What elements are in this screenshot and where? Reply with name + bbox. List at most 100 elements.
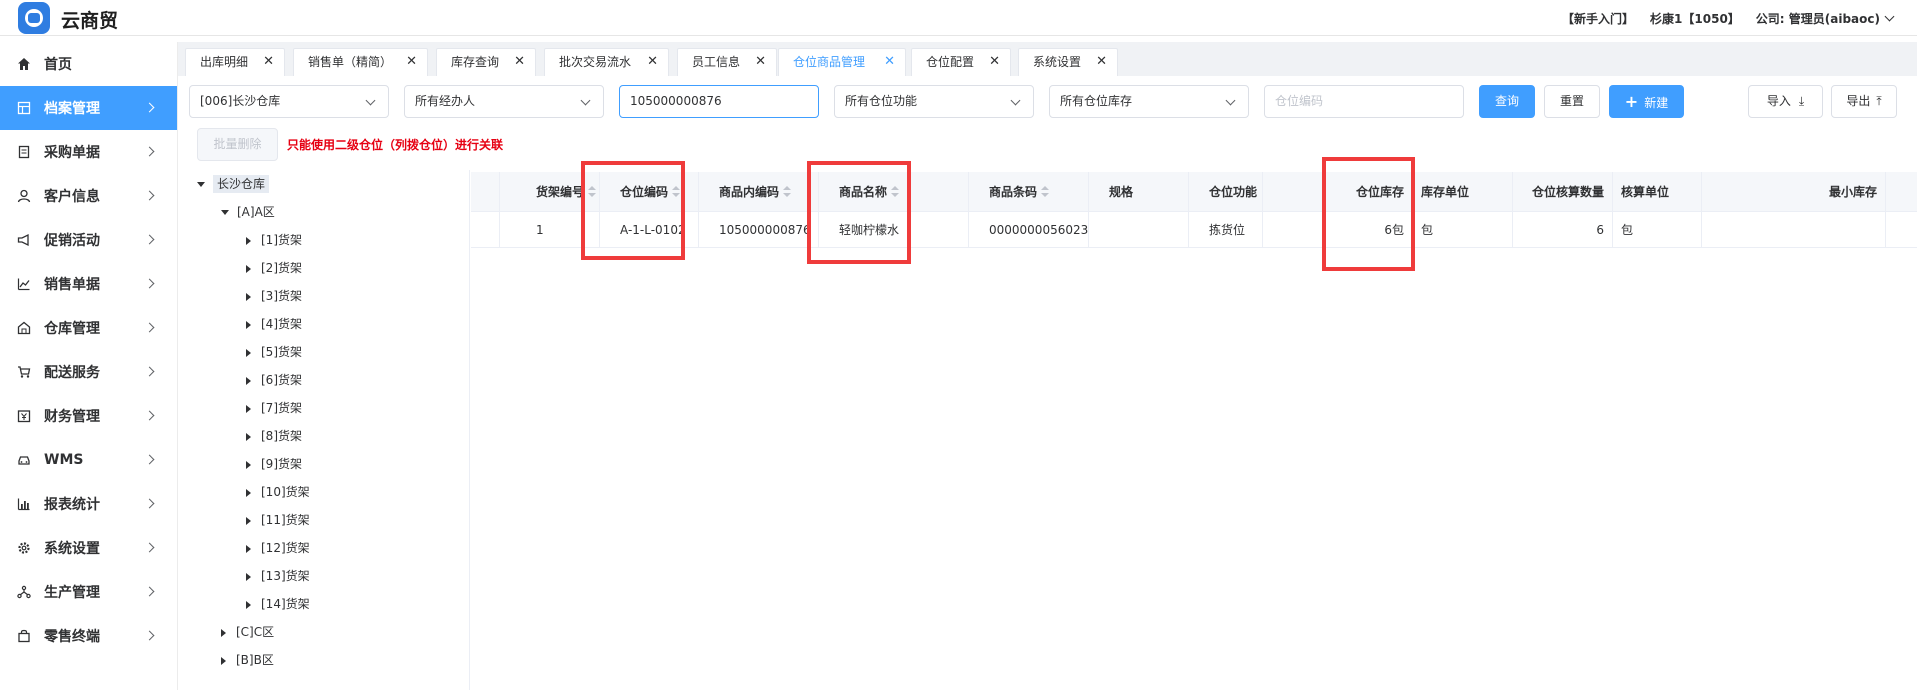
sidebar-item-purchase[interactable]: 采购单据 <box>0 130 177 174</box>
caret-right-icon <box>246 488 251 497</box>
guide-link[interactable]: 【新手入门】 <box>1562 10 1634 27</box>
sidebar-item-sales[interactable]: 销售单据 <box>0 262 177 306</box>
tree-node-label: 长沙仓库 <box>213 175 270 193</box>
new-button[interactable]: + 新建 <box>1609 85 1684 118</box>
tab-outbound-detail[interactable]: 出库明细 ✕ <box>185 48 285 76</box>
archive-icon <box>16 100 32 116</box>
caret-right-icon <box>221 656 226 665</box>
tab-location-config[interactable]: 仓位配置 ✕ <box>911 48 1011 76</box>
network-icon <box>16 584 32 600</box>
tree-node-zone-a[interactable]: [A]A区 <box>221 201 275 223</box>
column-header[interactable]: 商品条码 <box>969 172 1089 211</box>
tree-node-shelf[interactable]: [14]货架 <box>246 593 310 615</box>
chevron-right-icon <box>144 102 155 113</box>
sort-icon[interactable] <box>783 185 792 198</box>
sidebar-item-label: 采购单据 <box>44 145 100 161</box>
handler-select[interactable]: 所有经办人 <box>404 85 604 118</box>
sidebar-item-label: 配送服务 <box>44 365 100 381</box>
tree-node-shelf[interactable]: [8]货架 <box>246 425 302 447</box>
tree-node-shelf[interactable]: [2]货架 <box>246 257 302 279</box>
column-header-label: 最小库存 <box>1828 185 1877 199</box>
reset-button[interactable]: 重置 <box>1544 85 1600 118</box>
close-icon[interactable]: ✕ <box>989 49 1000 75</box>
column-header-label: 商品内编码 <box>719 185 780 199</box>
sidebar-item-label: 财务管理 <box>44 409 100 425</box>
caret-right-icon <box>246 348 251 357</box>
sidebar-item-home[interactable]: 首页 <box>0 42 177 86</box>
tree-node-shelf[interactable]: [7]货架 <box>246 397 302 419</box>
location-code-input[interactable]: 仓位编码 <box>1264 85 1464 118</box>
tab-employee-info[interactable]: 员工信息 ✕ <box>677 48 777 76</box>
close-icon[interactable]: ✕ <box>755 49 766 75</box>
sidebar-item-reports[interactable]: 报表统计 <box>0 482 177 526</box>
tree-node-root[interactable]: 长沙仓库 <box>197 173 270 195</box>
sort-icon[interactable] <box>1041 185 1050 198</box>
close-icon[interactable]: ✕ <box>514 49 525 75</box>
tab-batch-transactions[interactable]: 批次交易流水 ✕ <box>544 48 669 76</box>
sidebar-item-label: 销售单据 <box>44 277 100 293</box>
company-menu[interactable]: 公司: 管理员(aibaoc) <box>1756 10 1895 27</box>
import-button[interactable]: 导入 ⤓ <box>1748 85 1823 118</box>
tree-node-shelf[interactable]: [11]货架 <box>246 509 310 531</box>
column-header: 核算单位 <box>1613 172 1702 211</box>
tree-node-shelf[interactable]: [13]货架 <box>246 565 310 587</box>
gear-icon <box>16 540 32 556</box>
sidebar-item-production[interactable]: 生产管理 <box>0 570 177 614</box>
close-icon[interactable]: ✕ <box>884 49 895 75</box>
sidebar-item-delivery[interactable]: 配送服务 <box>0 350 177 394</box>
table-row[interactable]: 1 A-1-L-0102 105000000876 轻咖柠檬水 00000000… <box>471 212 1917 248</box>
tab-location-goods[interactable]: 仓位商品管理 ✕ <box>778 48 906 76</box>
tree-node-shelf[interactable]: [9]货架 <box>246 453 302 475</box>
table-cell <box>1089 212 1189 247</box>
export-button[interactable]: 导出 ⤒ <box>1831 85 1897 118</box>
close-icon[interactable]: ✕ <box>406 49 417 75</box>
tab-label: 仓位商品管理 <box>793 55 866 69</box>
tab-inventory-query[interactable]: 库存查询 ✕ <box>436 48 536 76</box>
caret-right-icon <box>246 320 251 329</box>
sidebar-item-wms[interactable]: WMS <box>0 438 177 482</box>
warehouse-select[interactable]: [006]长沙仓库 <box>189 85 389 118</box>
query-button[interactable]: 查询 <box>1479 85 1535 118</box>
finance-icon <box>16 408 32 424</box>
close-icon[interactable]: ✕ <box>1096 49 1107 75</box>
tree-node-zone-c[interactable]: [C]C区 <box>221 621 274 643</box>
column-header-label: 库存单位 <box>1421 185 1470 199</box>
tree-node-shelf[interactable]: [12]货架 <box>246 537 310 559</box>
tree-node-zone-b[interactable]: [B]B区 <box>221 649 274 671</box>
sidebar-item-settings[interactable]: 系统设置 <box>0 526 177 570</box>
close-icon[interactable]: ✕ <box>263 49 274 75</box>
chevron-right-icon <box>144 190 155 201</box>
sidebar-item-archive[interactable]: 档案管理 <box>0 86 177 130</box>
location-function-select[interactable]: 所有仓位功能 <box>834 85 1034 118</box>
app-logo-icon <box>18 2 50 34</box>
column-header: 库存单位 <box>1413 172 1513 211</box>
tab-system-settings[interactable]: 系统设置 ✕ <box>1018 48 1118 76</box>
close-icon[interactable]: ✕ <box>647 49 658 75</box>
caret-right-icon <box>246 404 251 413</box>
sidebar-item-label: 系统设置 <box>44 541 100 557</box>
column-header-label: 仓位功能 <box>1209 185 1258 199</box>
chart-line-icon <box>16 276 32 292</box>
caret-right-icon <box>246 264 251 273</box>
sidebar-item-customer[interactable]: 客户信息 <box>0 174 177 218</box>
batch-delete-button[interactable]: 批量删除 <box>197 128 278 161</box>
tab-label: 库存查询 <box>451 55 500 69</box>
caret-down-icon <box>197 182 205 187</box>
column-header: 最小库存 <box>1702 172 1886 211</box>
tree-node-shelf[interactable]: [6]货架 <box>246 369 302 391</box>
tab-sales-simple[interactable]: 销售单（精简） ✕ <box>293 48 428 76</box>
sidebar-item-retail[interactable]: 零售终端 <box>0 614 177 658</box>
sidebar-item-promotion[interactable]: 促销活动 <box>0 218 177 262</box>
caret-right-icon <box>246 600 251 609</box>
tree-node-shelf[interactable]: [1]货架 <box>246 229 302 251</box>
sidebar-item-label: WMS <box>44 452 84 468</box>
tree-node-shelf[interactable]: [10]货架 <box>246 481 310 503</box>
location-stock-select[interactable]: 所有仓位库存 <box>1049 85 1249 118</box>
tree-node-shelf[interactable]: [3]货架 <box>246 285 302 307</box>
column-header[interactable]: 商品内编码 <box>699 172 819 211</box>
tree-node-shelf[interactable]: [5]货架 <box>246 341 302 363</box>
sidebar-item-finance[interactable]: 财务管理 <box>0 394 177 438</box>
sidebar-item-warehouse[interactable]: 仓库管理 <box>0 306 177 350</box>
tree-node-shelf[interactable]: [4]货架 <box>246 313 302 335</box>
search-input[interactable]: 105000000876 <box>619 85 819 118</box>
